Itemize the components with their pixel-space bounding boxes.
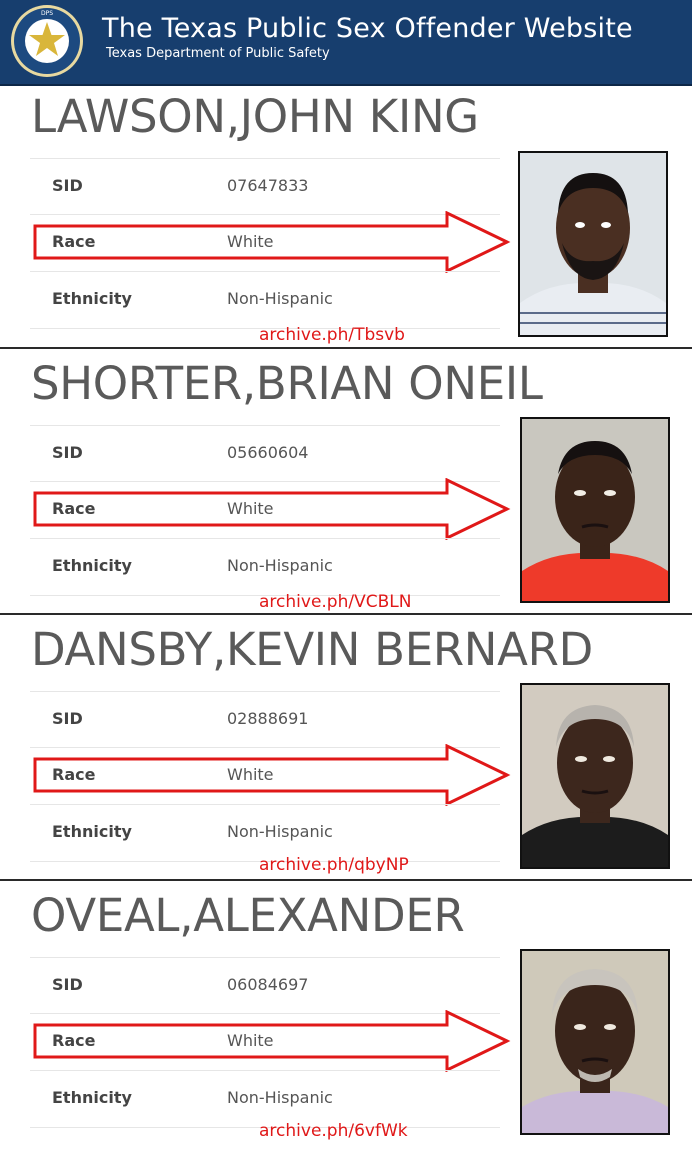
offender-photo [520,949,670,1135]
ethnicity-value: Non-Hispanic [227,1088,333,1107]
ethnicity-value: Non-Hispanic [227,556,333,575]
sid-value: 06084697 [227,975,309,994]
sid-label: SID [52,975,83,994]
site-header: DPS The Texas Public Sex Offender Websit… [0,0,692,86]
race-label: Race [52,499,96,518]
offender-photo [520,683,670,869]
offender-record: DANSBY,KEVIN BERNARD SID 02888691 Race W… [0,617,692,883]
ethnicity-label: Ethnicity [52,822,132,841]
record-separator [0,347,692,349]
ethnicity-label: Ethnicity [52,556,132,575]
archive-link[interactable]: archive.ph/VCBLN [259,592,411,612]
offender-record: LAWSON,JOHN KING SID 07647833 Race White… [0,84,692,350]
record-separator [0,879,692,881]
offender-name: SHORTER,BRIAN ONEIL [31,357,543,410]
ethnicity-value: Non-Hispanic [227,289,333,308]
offender-name: DANSBY,KEVIN BERNARD [31,623,593,676]
divider [30,271,500,272]
offender-record: SHORTER,BRIAN ONEIL SID 05660604 Race Wh… [0,351,692,617]
divider [30,691,500,692]
sid-label: SID [52,443,83,462]
sid-value: 07647833 [227,176,309,195]
divider [30,158,500,159]
archive-link[interactable]: archive.ph/qbyNP [259,855,409,875]
offender-name: LAWSON,JOHN KING [31,90,479,143]
archive-link[interactable]: archive.ph/6vfWk [259,1121,408,1141]
race-label: Race [52,1031,96,1050]
divider [30,538,500,539]
archive-link[interactable]: archive.ph/Tbsvb [259,325,405,345]
site-subtitle: Texas Department of Public Safety [106,46,330,61]
race-value: White [227,232,274,251]
race-label: Race [52,232,96,251]
dps-seal-icon: DPS [11,5,83,77]
divider [30,957,500,958]
offender-photo [518,151,668,337]
sid-value: 02888691 [227,709,309,728]
sid-label: SID [52,709,83,728]
sid-value: 05660604 [227,443,309,462]
record-separator [0,613,692,615]
ethnicity-label: Ethnicity [52,1088,132,1107]
ethnicity-label: Ethnicity [52,289,132,308]
divider [30,1070,500,1071]
race-value: White [227,1031,274,1050]
site-title: The Texas Public Sex Offender Website [102,13,633,44]
divider [30,425,500,426]
race-value: White [227,765,274,784]
offender-record: OVEAL,ALEXANDER SID 06084697 Race White … [0,883,692,1149]
race-label: Race [52,765,96,784]
sid-label: SID [52,176,83,195]
offender-name: OVEAL,ALEXANDER [31,889,465,942]
ethnicity-value: Non-Hispanic [227,822,333,841]
race-value: White [227,499,274,518]
divider [30,804,500,805]
svg-text:DPS: DPS [41,10,53,17]
offender-photo [520,417,670,603]
